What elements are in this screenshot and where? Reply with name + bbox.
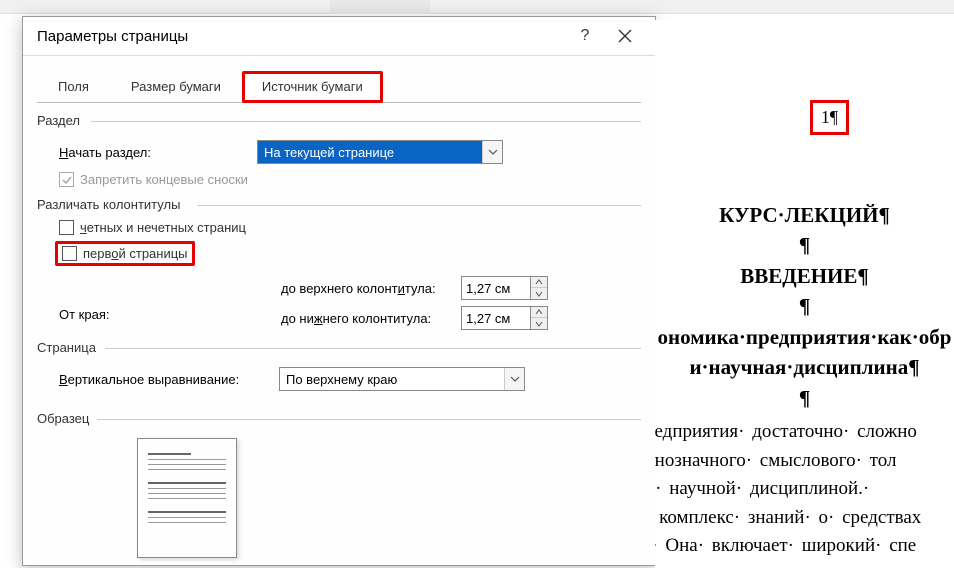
document-body-text: редприятия· достаточно· сложно днозначно… — [655, 418, 954, 568]
section-legend: Раздел — [37, 111, 641, 130]
page-setup-dialog: Параметры страницы ? Поля Размер бумаги … — [22, 16, 656, 566]
odd-even-checkbox[interactable]: четных и нечетных страниц четных и нечет… — [59, 220, 641, 235]
page-legend: Страница — [37, 338, 641, 357]
close-icon — [618, 29, 632, 43]
document-headings: КУРС·ЛЕКЦИЙ¶ ¶ ВВЕДЕНИЕ¶ ¶ ономика·предп… — [655, 200, 954, 413]
dialog-tabs: Поля Размер бумаги Источник бумаги — [37, 70, 641, 103]
valign-label: Вертикальное выравнивание: — [59, 372, 279, 387]
header-distance-label: до верхнего колонтитула: — [281, 281, 461, 296]
footer-distance-spinner[interactable] — [531, 306, 548, 330]
valign-combo[interactable] — [279, 367, 525, 391]
document-page: 1¶ КУРС·ЛЕКЦИЙ¶ ¶ ВВЕДЕНИЕ¶ ¶ ономика·пр… — [655, 20, 954, 568]
tab-paper-size[interactable]: Размер бумаги — [110, 71, 242, 103]
section-start-label: ННачать раздел:ачать раздел: — [59, 145, 257, 160]
help-button[interactable]: ? — [565, 20, 605, 52]
preview-thumbnail — [137, 438, 237, 558]
first-page-checkbox-highlight: первой страницы первой страницы — [55, 241, 195, 266]
suppress-endnotes-checkbox: Запретить концевые сноски — [59, 172, 641, 187]
footer-distance-label: до нижнего колонтитула: — [281, 311, 461, 326]
page-number-box: 1¶ — [810, 100, 849, 135]
dialog-title: Параметры страницы — [37, 28, 565, 45]
headers-footers-legend: Различать колонтитулы — [37, 195, 641, 214]
first-page-checkbox[interactable]: первой страницы первой страницы — [62, 246, 188, 261]
footer-distance-input[interactable] — [461, 306, 531, 330]
header-distance-input[interactable] — [461, 276, 531, 300]
section-start-combo[interactable] — [257, 140, 503, 164]
page-number: 1¶ — [821, 107, 838, 127]
dialog-titlebar: Параметры страницы ? — [23, 17, 655, 55]
preview-legend: Образец — [37, 409, 641, 428]
close-button[interactable] — [605, 20, 645, 52]
tab-fields[interactable]: Поля — [37, 71, 110, 103]
tab-paper-source[interactable]: Источник бумаги — [242, 71, 383, 103]
checkmark-icon — [61, 174, 73, 186]
header-distance-spinner[interactable] — [531, 276, 548, 300]
from-edge-label: От края: — [59, 307, 109, 322]
